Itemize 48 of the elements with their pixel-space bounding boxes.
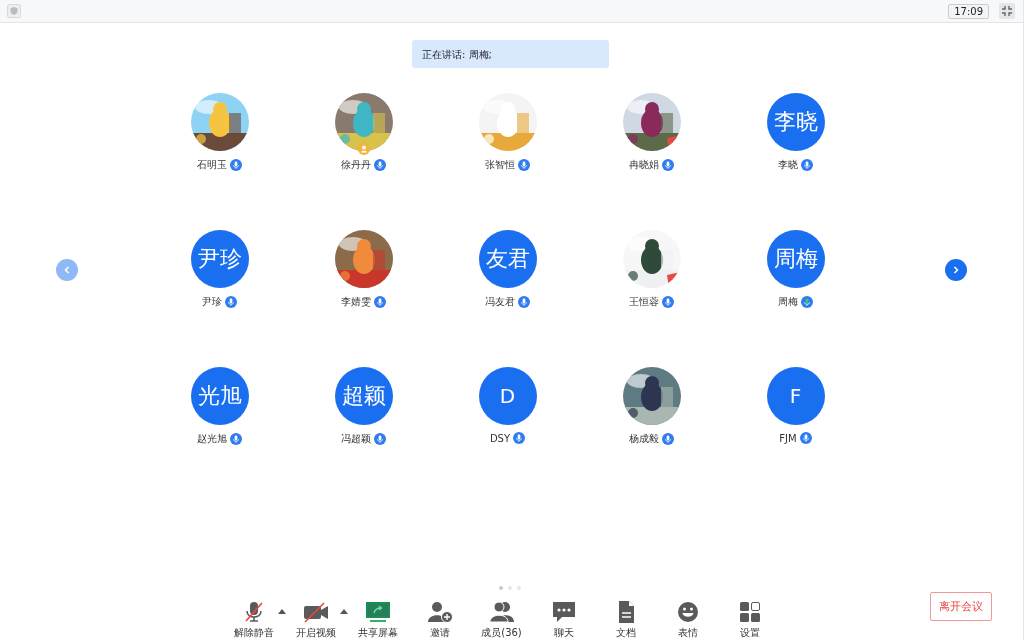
caret-icon[interactable]: [277, 608, 286, 614]
previous-page-button[interactable]: [56, 258, 78, 281]
muted-camera-icon: [301, 600, 330, 624]
initials-avatar: 光旭: [190, 367, 249, 425]
participant-name: 杨成毅: [629, 432, 659, 446]
next-page-button[interactable]: [945, 258, 967, 281]
toolbar-button[interactable]: 文档: [611, 600, 640, 640]
toolbar-button[interactable]: 开启视频: [295, 600, 336, 640]
toolbar-button[interactable]: 成员(36): [481, 600, 522, 640]
participant-name: DSY: [489, 432, 511, 444]
toolbar-button[interactable]: 邀请: [425, 600, 454, 640]
participant-name: 王恒蓉: [629, 295, 659, 309]
people-icon: [487, 600, 516, 624]
initials-avatar: 尹珍: [190, 230, 249, 288]
toolbar-button[interactable]: 聊天: [549, 600, 578, 640]
participant-name: FJM: [779, 432, 797, 444]
participant-name: 李晓: [778, 158, 798, 172]
participant-name: 周梅: [778, 295, 798, 309]
participant-name: 冯友君: [485, 295, 515, 309]
initials-avatar: 周梅: [766, 230, 825, 288]
toolbar-button[interactable]: 解除静音: [233, 600, 274, 640]
toolbar-button[interactable]: 设置: [735, 600, 764, 640]
screen-share-icon: [363, 600, 392, 624]
participant-name: 冉晓娟: [629, 158, 659, 172]
clock-time: 17:09: [948, 3, 989, 19]
exit-fullscreen-icon[interactable]: [999, 3, 1015, 19]
toolbar-button[interactable]: 共享屏幕: [357, 600, 398, 640]
participant-name: 冯超颖: [341, 432, 371, 446]
participant-name: 徐丹丹: [341, 158, 371, 172]
participant-name: 张智恒: [485, 158, 515, 172]
page-dot[interactable]: [498, 586, 503, 590]
leave-meeting-button[interactable]: 离开会议: [930, 592, 992, 621]
chevron-right-icon: [951, 264, 961, 275]
initials-avatar: 李晓: [766, 93, 825, 151]
participant-name: 石明玉: [197, 158, 227, 172]
initials-avatar: 超颖: [334, 367, 393, 425]
add-person-icon: [425, 600, 454, 624]
toolbar-button[interactable]: 表情: [673, 600, 702, 640]
speaking-banner: 正在讲话: 周梅;: [412, 40, 609, 68]
participant-name: 李婧雯: [341, 295, 371, 309]
initials-avatar: F: [766, 367, 825, 425]
shield-icon[interactable]: [7, 4, 21, 18]
participant-name: 赵光旭: [197, 432, 227, 446]
participant-name: 尹珍: [202, 295, 222, 309]
chevron-left-icon: [62, 264, 72, 275]
initials-avatar: 友君: [478, 230, 537, 288]
initials-avatar: D: [478, 367, 537, 425]
caret-icon[interactable]: [339, 608, 348, 614]
